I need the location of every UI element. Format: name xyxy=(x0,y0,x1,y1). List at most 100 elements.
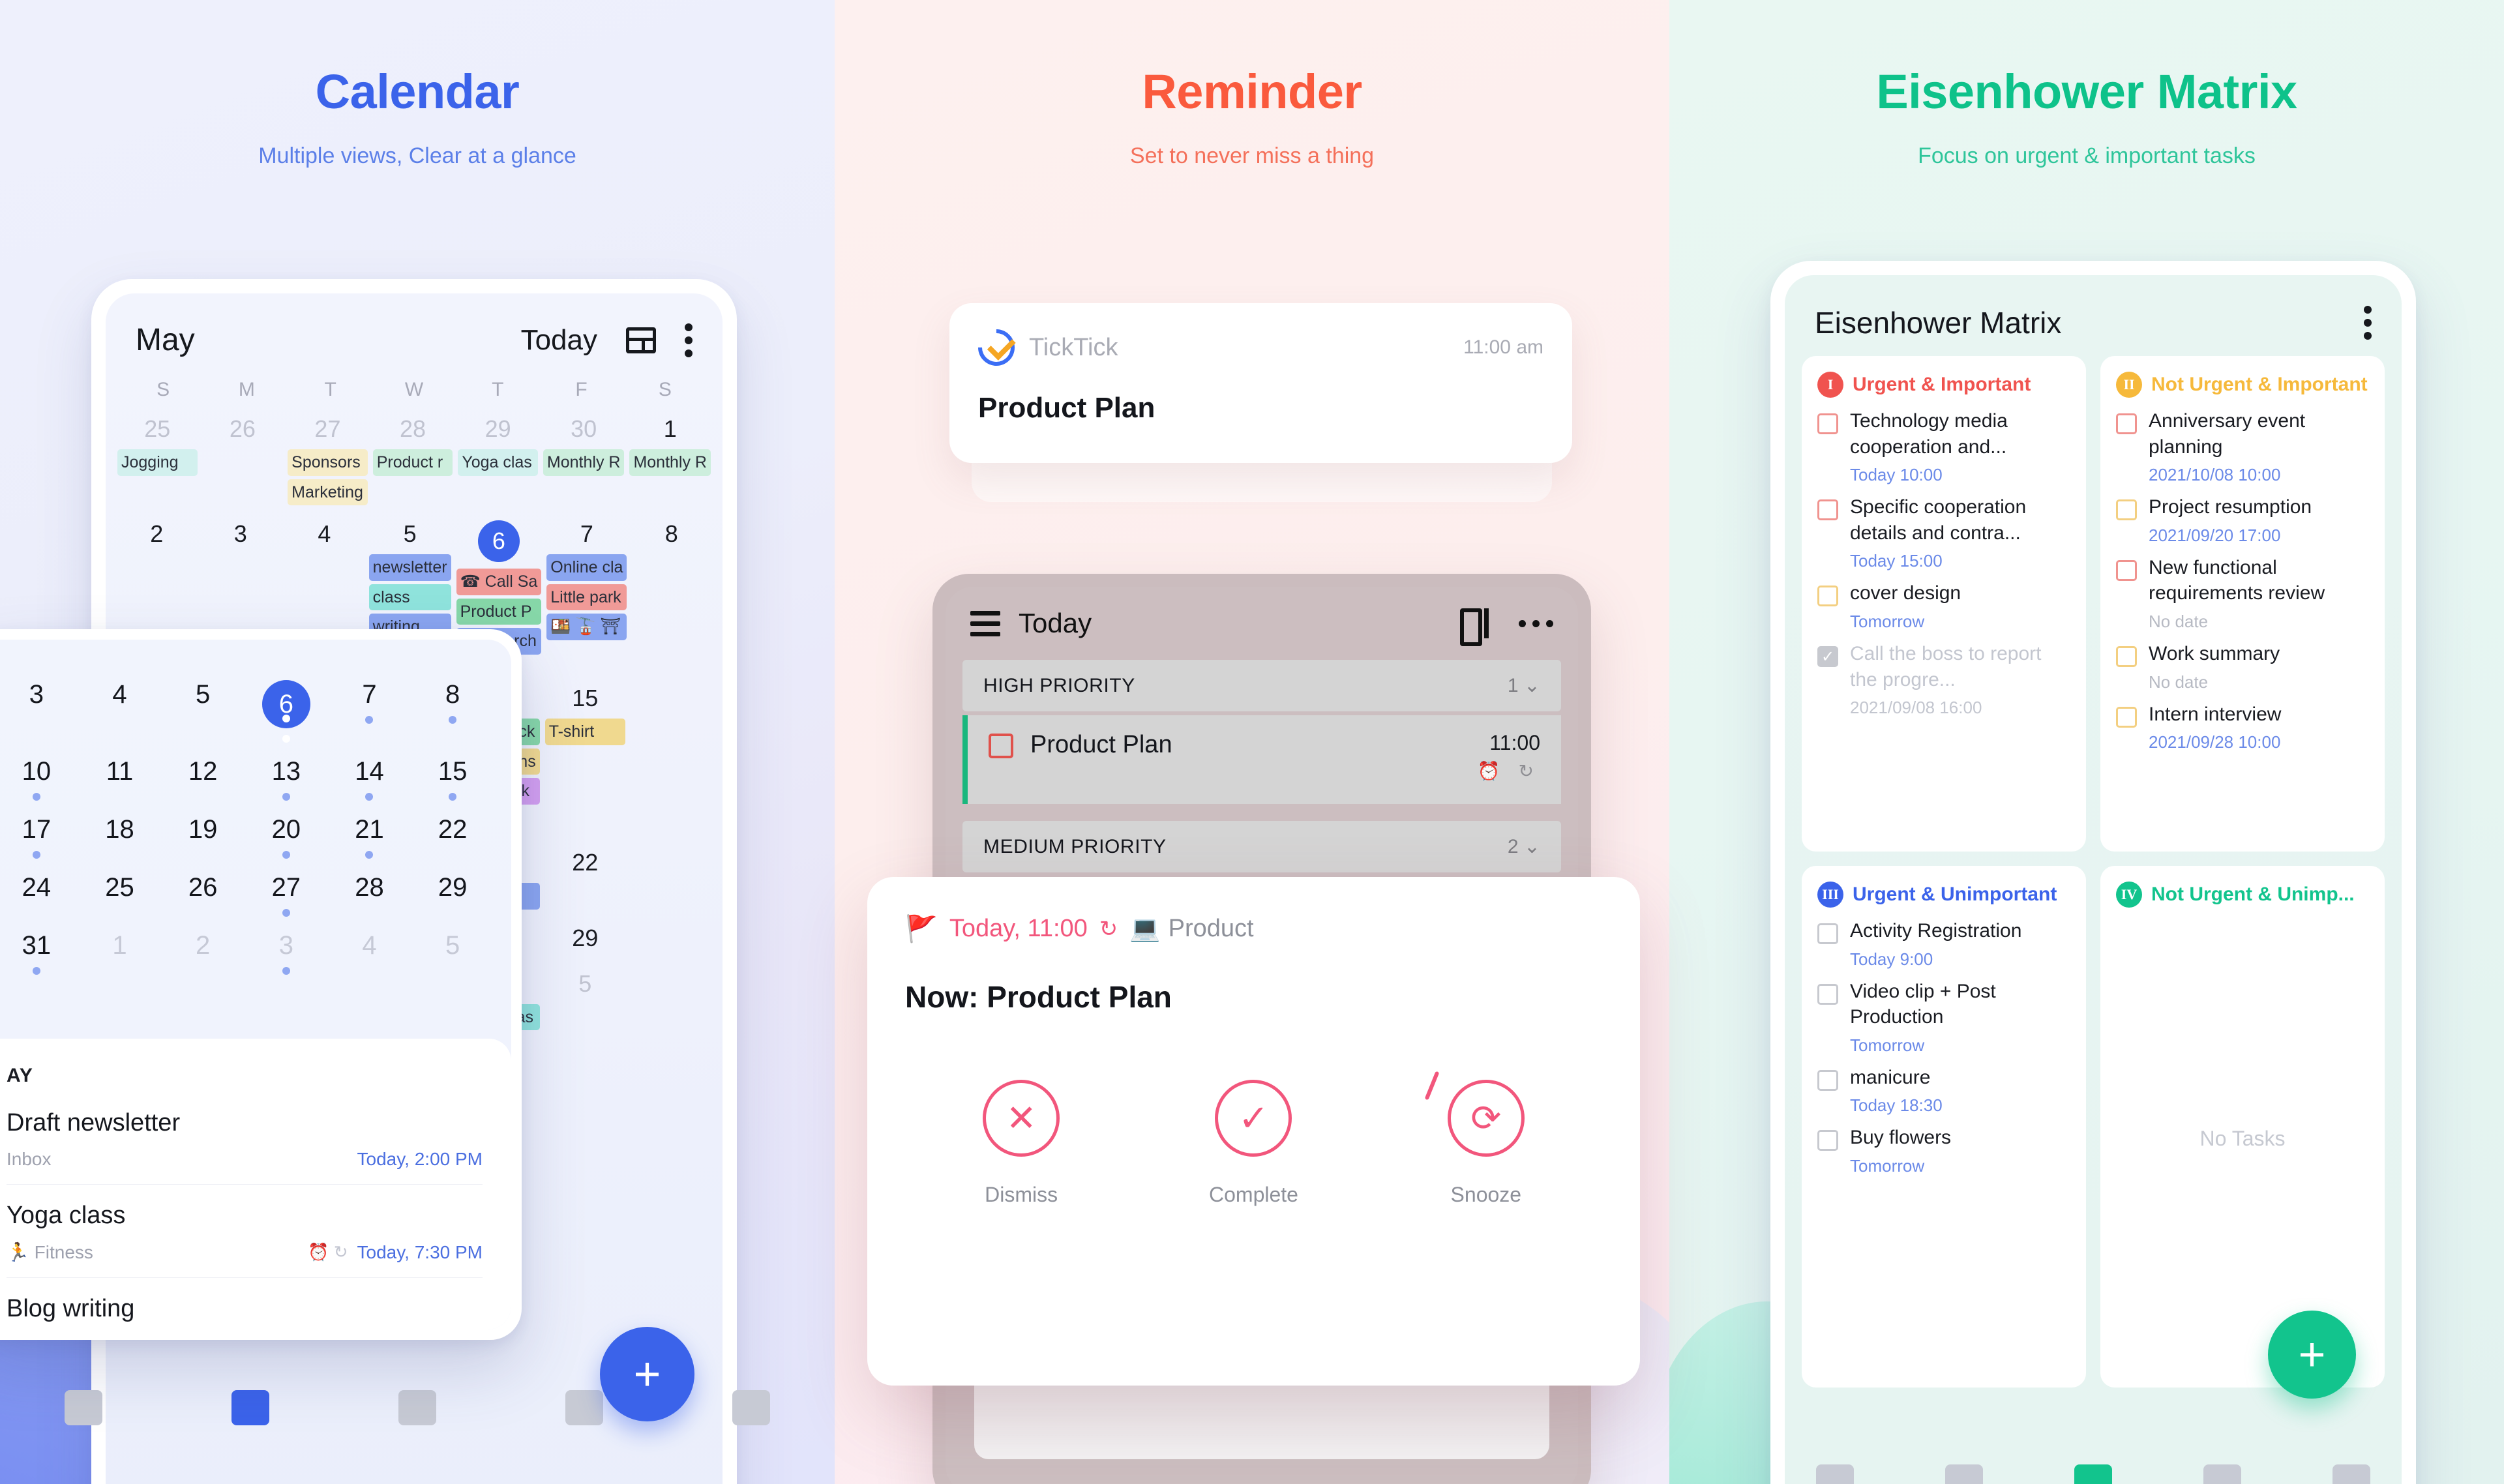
nav-inbox-icon[interactable] xyxy=(65,1390,102,1425)
calendar-day-cell[interactable]: 1 Monthly R xyxy=(627,404,713,509)
calendar-day-cell[interactable]: 5 xyxy=(543,958,628,1034)
task-row[interactable]: Product Plan 11:00 ⏰ ↻ xyxy=(962,715,1561,804)
calendar-event-chip[interactable]: newsletter xyxy=(368,554,451,581)
mini-day-cell[interactable]: 8 xyxy=(411,670,494,747)
mini-day-cell[interactable]: 5 xyxy=(161,670,245,747)
calendar-event-chip[interactable]: Product r xyxy=(372,449,453,476)
calendar-event-chip[interactable]: Online cla xyxy=(546,554,627,581)
matrix-task-row[interactable]: Video clip + Post Production Tomorrow xyxy=(1817,979,2070,1056)
calendar-event-chip[interactable]: Monthly R xyxy=(629,449,711,476)
kebab-menu-icon[interactable] xyxy=(685,323,693,357)
list-item[interactable]: Draft newsletter Inbox Today, 2:00 PM xyxy=(7,1092,483,1185)
task-checkbox[interactable] xyxy=(1817,1069,1838,1091)
nav-matrix-icon[interactable] xyxy=(2074,1464,2112,1484)
task-checkbox[interactable] xyxy=(1817,1130,1838,1151)
snooze-button[interactable]: ⟳ Snooze xyxy=(1411,1080,1561,1207)
matrix-task-row[interactable]: cover design Tomorrow xyxy=(1817,580,2070,632)
add-task-fab[interactable]: + xyxy=(600,1327,694,1421)
mini-day-cell[interactable]: 18 xyxy=(78,805,162,863)
task-checkbox[interactable] xyxy=(1817,983,1838,1005)
mini-day-cell[interactable]: 4 xyxy=(328,921,411,979)
calendar-event-chip[interactable]: Monthly R xyxy=(543,449,625,476)
calendar-day-cell[interactable]: 28 Product r xyxy=(370,404,456,509)
mini-day-cell[interactable]: 14 xyxy=(328,747,411,805)
hamburger-menu-icon[interactable] xyxy=(970,610,1000,636)
nav-profile-icon[interactable] xyxy=(2333,1464,2370,1484)
matrix-task-row[interactable]: ✓ Call the boss to report the progre... 20… xyxy=(1817,641,2070,718)
mini-day-cell[interactable]: 10 xyxy=(0,747,78,805)
task-checkbox[interactable] xyxy=(1817,499,1838,521)
mini-day-cell[interactable]: 25 xyxy=(78,863,162,921)
list-item[interactable]: Yoga class 🏃 Fitness ⏰ ↻ Today, 7:30 PM xyxy=(7,1185,483,1278)
task-checkbox[interactable] xyxy=(2116,706,2137,728)
matrix-task-row[interactable]: Anniversary event planning 2021/10/08 10:… xyxy=(2116,408,2369,485)
calendar-day-cell[interactable] xyxy=(628,913,713,958)
complete-button[interactable]: ✓ Complete xyxy=(1178,1080,1328,1207)
list-item[interactable]: Blog writingInbox▤ 0 / 10Today xyxy=(7,1278,483,1329)
add-task-fab[interactable]: + xyxy=(2268,1311,2356,1399)
calendar-day-cell[interactable]: 26 xyxy=(200,404,286,509)
mini-day-cell[interactable]: 22 xyxy=(411,805,494,863)
mini-day-cell[interactable]: 1 xyxy=(78,921,162,979)
nav-focus-icon[interactable] xyxy=(2203,1464,2241,1484)
mini-day-cell[interactable]: 5 xyxy=(411,921,494,979)
mini-day-cell[interactable]: 3 xyxy=(0,670,78,747)
matrix-task-row[interactable]: Intern interview 2021/09/28 10:00 xyxy=(2116,702,2369,753)
calendar-day-cell[interactable] xyxy=(628,958,713,1034)
calendar-event-chip[interactable]: T-shirt xyxy=(544,719,625,745)
calendar-day-cell[interactable]: 27 Sponsors Marketing xyxy=(285,404,370,509)
task-checkbox[interactable] xyxy=(2116,646,2137,667)
mini-day-cell[interactable]: 28 xyxy=(328,863,411,921)
calendar-event-chip[interactable]: class xyxy=(368,584,451,610)
mini-day-cell[interactable]: 12 xyxy=(161,747,245,805)
task-checkbox[interactable] xyxy=(1817,923,1838,944)
notification-card[interactable]: TickTick 11:00 am Product Plan xyxy=(949,303,1572,463)
calendar-day-cell[interactable]: 8 xyxy=(629,509,713,673)
mini-day-cell[interactable]: 6 xyxy=(245,670,328,747)
grid-view-icon[interactable] xyxy=(626,327,656,353)
calendar-day-cell[interactable]: 7 Online cla Little park 🍱 🚡 ⛩ xyxy=(544,509,629,673)
calendar-day-cell[interactable] xyxy=(628,837,713,913)
two-pane-view-icon[interactable] xyxy=(1460,608,1489,646)
calendar-day-cell[interactable]: 29 Yoga clas xyxy=(455,404,541,509)
today-button[interactable]: Today xyxy=(521,324,597,357)
mini-day-cell[interactable]: 21 xyxy=(328,805,411,863)
nav-calendar-icon[interactable] xyxy=(1945,1464,1983,1484)
mini-day-cell[interactable]: 19 xyxy=(161,805,245,863)
mini-day-cell[interactable]: 27 xyxy=(245,863,328,921)
matrix-task-row[interactable]: Activity Registration Today 9:00 xyxy=(1817,918,2070,970)
calendar-event-chip[interactable]: Little park xyxy=(546,584,627,610)
more-dots-icon[interactable] xyxy=(1519,619,1553,627)
matrix-task-row[interactable]: Specific cooperation details and contra.… xyxy=(1817,494,2070,571)
calendar-event-chip[interactable]: Product P xyxy=(456,598,542,625)
calendar-event-chip[interactable]: 🍱 🚡 ⛩ xyxy=(546,614,627,640)
mini-day-cell[interactable]: 20 xyxy=(245,805,328,863)
section-header-medium[interactable]: MEDIUM PRIORITY 2 ⌄ xyxy=(962,821,1561,872)
task-checkbox[interactable] xyxy=(989,734,1013,758)
matrix-task-row[interactable]: manicure Today 18:30 xyxy=(1817,1065,2070,1116)
task-checkbox[interactable] xyxy=(1817,413,1838,434)
matrix-task-row[interactable]: Project resumption 2021/09/20 17:00 xyxy=(2116,494,2369,546)
matrix-task-row[interactable]: New functional requirements review No dat… xyxy=(2116,555,2369,632)
mini-day-cell[interactable]: 26 xyxy=(161,863,245,921)
nav-profile-icon[interactable] xyxy=(732,1390,770,1425)
task-checkbox[interactable] xyxy=(2116,413,2137,434)
mini-day-cell[interactable]: 7 xyxy=(328,670,411,747)
calendar-day-cell[interactable]: 25 Jogging xyxy=(115,404,200,509)
mini-day-cell[interactable]: 24 xyxy=(0,863,78,921)
task-checkbox[interactable]: ✓ xyxy=(1817,646,1838,667)
nav-focus-icon[interactable] xyxy=(565,1390,603,1425)
calendar-event-chip[interactable]: ☎ Call Sa xyxy=(456,569,542,595)
mini-day-cell[interactable]: 15 xyxy=(411,747,494,805)
mini-day-cell[interactable]: 29 xyxy=(411,863,494,921)
mini-day-cell[interactable]: 11 xyxy=(78,747,162,805)
calendar-day-cell[interactable]: 22 xyxy=(543,837,628,913)
mini-day-cell[interactable]: 3 xyxy=(245,921,328,979)
dismiss-button[interactable]: ✕ Dismiss xyxy=(946,1080,1096,1207)
matrix-task-row[interactable]: Technology media cooperation and... Today… xyxy=(1817,408,2070,485)
mini-day-cell[interactable]: 4 xyxy=(78,670,162,747)
mini-day-cell[interactable]: 31 xyxy=(0,921,78,979)
task-checkbox[interactable] xyxy=(2116,499,2137,521)
mini-day-cell[interactable]: 17 xyxy=(0,805,78,863)
calendar-event-chip[interactable]: Marketing xyxy=(288,479,368,505)
